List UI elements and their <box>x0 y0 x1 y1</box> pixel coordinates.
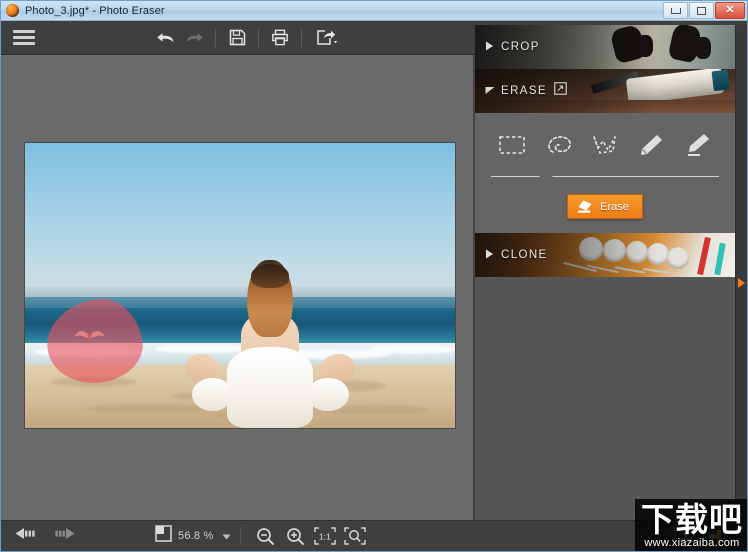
eraser-icon <box>578 200 592 213</box>
window-title: Photo_3.jpg* - Photo Eraser <box>25 4 165 17</box>
window-controls: ✕ <box>663 2 745 19</box>
toolbar-separator <box>215 28 216 47</box>
one-to-one-icon: 1:1 <box>314 527 337 545</box>
save-button[interactable] <box>223 24 251 52</box>
rectangle-select-tool[interactable] <box>493 128 531 162</box>
bottom-right-actions <box>674 525 725 547</box>
toolbar-actions <box>152 24 345 52</box>
next-image-button[interactable] <box>49 527 75 545</box>
selected-tool-indicator <box>491 171 719 180</box>
bottom-toolbar: 56.8 % 1:1 <box>1 520 747 551</box>
actual-size-button[interactable]: 1:1 <box>310 523 340 549</box>
collapse-panel-arrow-icon <box>738 278 745 288</box>
photo-white-dress <box>226 347 314 428</box>
load-image-button[interactable] <box>674 525 696 547</box>
zoom-controls: 56.8 % 1:1 <box>155 523 370 549</box>
export-door-icon <box>707 529 721 543</box>
lasso-select-tool[interactable] <box>540 128 578 162</box>
toolbar-separator <box>258 28 259 47</box>
menu-icon[interactable] <box>1 21 47 55</box>
collapse-panel-handle[interactable] <box>735 25 747 541</box>
dashed-lasso-icon <box>547 136 571 153</box>
arrow-left-icon <box>15 528 35 539</box>
menu-line <box>13 42 35 45</box>
magnifier-fit-icon <box>344 527 367 545</box>
chevron-down-icon <box>485 82 495 100</box>
fit-page-icon[interactable] <box>155 525 172 547</box>
maximize-icon <box>697 6 706 15</box>
tool-selected-caret <box>539 171 553 177</box>
panel-section-clone[interactable]: CLONE <box>475 233 735 277</box>
import-image-icon <box>678 529 692 543</box>
redo-button[interactable] <box>180 24 208 52</box>
tool-underline-line <box>491 176 719 177</box>
share-export-icon <box>317 30 338 45</box>
toolbar-separator <box>301 28 302 47</box>
canvas-area[interactable] <box>1 55 473 520</box>
zoom-level-value: 56.8 % <box>178 530 214 542</box>
magnifier-plus-icon <box>287 527 305 545</box>
photo-right-knee <box>307 377 349 412</box>
polygon-select-tool[interactable] <box>586 128 624 162</box>
zoom-out-button[interactable] <box>250 523 280 549</box>
title-bar: Photo_3.jpg* - Photo Eraser ✕ <box>1 1 747 21</box>
brush-tool[interactable] <box>632 128 670 162</box>
print-button[interactable] <box>266 24 294 52</box>
brush-icon <box>641 135 663 155</box>
zoom-in-button[interactable] <box>280 523 310 549</box>
export-image-button[interactable] <box>703 525 725 547</box>
floppy-disk-icon <box>229 29 245 46</box>
undo-arrow-icon <box>157 32 174 42</box>
close-icon: ✕ <box>725 4 735 16</box>
magnifier-minus-icon <box>257 527 275 545</box>
tools-panel: CROP ERASE Erase CLONE <box>475 25 735 541</box>
chevron-right-icon <box>485 38 494 56</box>
brush-line-tool[interactable] <box>679 128 717 162</box>
brush-line-icon <box>687 134 709 156</box>
photo-eraser-window: Photo_3.jpg* - Photo Eraser ✕ CROP ERASE… <box>0 0 748 552</box>
erase-button-label: Erase <box>600 200 629 213</box>
fit-to-window-button[interactable] <box>340 523 370 549</box>
panel-section-erase[interactable]: ERASE <box>475 69 735 113</box>
open-in-new-icon[interactable] <box>554 82 567 100</box>
minimize-button[interactable] <box>663 2 688 19</box>
printer-icon <box>272 29 288 46</box>
app-logo-icon <box>6 4 19 17</box>
maximize-button[interactable] <box>689 2 714 19</box>
arrow-right-icon <box>55 528 75 539</box>
section-label-crop: CROP <box>501 41 540 53</box>
erase-button[interactable]: Erase <box>567 194 643 219</box>
section-label-erase: ERASE <box>501 85 547 97</box>
panel-section-crop[interactable]: CROP <box>475 25 735 69</box>
zoom-dropdown-button[interactable] <box>222 527 231 545</box>
undo-button[interactable] <box>152 24 180 52</box>
menu-line <box>13 30 35 33</box>
share-button[interactable] <box>309 24 345 52</box>
image-navigation <box>15 527 75 545</box>
minimize-icon <box>670 7 681 14</box>
dashed-polygon-icon <box>593 136 616 154</box>
erase-tool-row <box>475 125 735 165</box>
photo-hair <box>247 259 293 338</box>
erase-tool-body: Erase <box>475 113 735 233</box>
menu-line <box>13 36 35 39</box>
erase-action-wrap: Erase <box>475 194 735 219</box>
dashed-rectangle-icon <box>499 136 525 154</box>
photo-woman-figure <box>182 259 358 428</box>
previous-image-button[interactable] <box>15 527 41 545</box>
redo-arrow-icon <box>186 32 203 42</box>
section-label-clone: CLONE <box>501 249 548 261</box>
photo-canvas[interactable] <box>25 143 455 428</box>
close-button[interactable]: ✕ <box>715 2 745 19</box>
svg-text:1:1: 1:1 <box>320 532 332 542</box>
bottom-separator <box>240 527 242 545</box>
chevron-right-icon <box>485 246 494 264</box>
